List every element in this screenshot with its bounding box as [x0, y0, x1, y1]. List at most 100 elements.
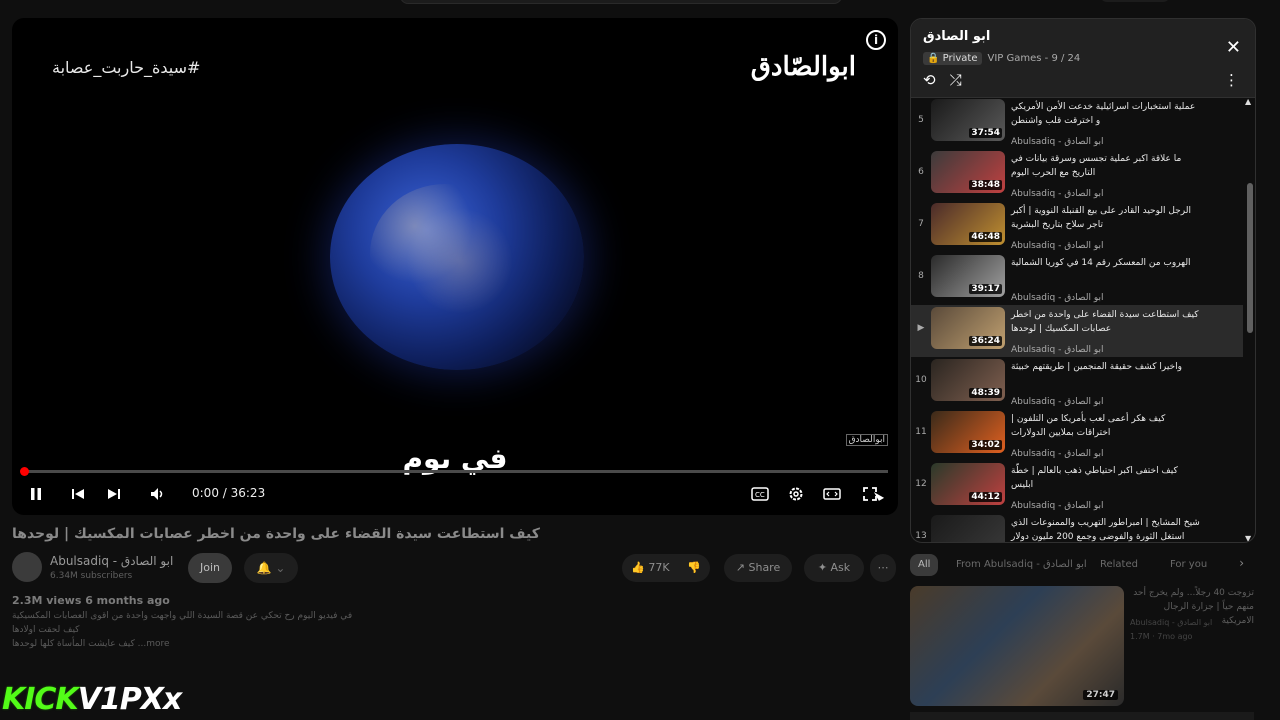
- search-bar[interactable]: [400, 0, 842, 4]
- chip-for-you[interactable]: For you: [1162, 554, 1215, 576]
- playlist-header: ابو الصادق 🔒 Private VIP Games - 9 / 24 …: [911, 19, 1255, 98]
- scroll-up-icon[interactable]: ▲: [1245, 97, 1251, 106]
- playlist-item-duration: 36:24: [969, 336, 1002, 346]
- playlist-item-channel: Abulsadiq - ابو الصادق: [1011, 397, 1104, 407]
- playlist-item-duration: 34:02: [969, 440, 1002, 450]
- scroll-down-icon[interactable]: ▼: [1245, 534, 1251, 542]
- next-icon[interactable]: [104, 482, 124, 506]
- playlist-item-title: شيخ المشايخ | امبراطور التهريب والممنوعا…: [1011, 518, 1200, 542]
- playlist-item-title: ما علاقة اكبر عملية تجسس وسرقة بيانات في…: [1011, 154, 1182, 178]
- playlist-item-index: 11: [915, 427, 927, 437]
- ask-label: Ask: [830, 561, 851, 574]
- playlist-item-duration: 39:17: [969, 284, 1002, 294]
- recommended-duration: 27:47: [1083, 690, 1118, 700]
- notification-bell-button[interactable]: 🔔 ⌄: [244, 553, 298, 583]
- playlist-item-index: 12: [915, 479, 927, 489]
- playlist-item-thumbnail[interactable]: 37:54: [931, 99, 1005, 141]
- playlist-item-title: واخيرا كشف حقيقة المنجمين | طريقتهم خبيث…: [1011, 362, 1182, 372]
- recommended-video[interactable]: 27:47 تزوجت 40 رجلاً... ولم يخرج أحد منه…: [910, 586, 1254, 706]
- subscriber-count: 6.34M subscribers: [50, 571, 133, 581]
- playlist-title[interactable]: ابو الصادق: [923, 29, 990, 44]
- loop-icon[interactable]: ⟲: [923, 71, 936, 89]
- playlist-item-index: 10: [915, 375, 927, 385]
- video-hashtag: #سيدة_حاربت_عصابة: [52, 58, 201, 77]
- chip-all[interactable]: All: [910, 554, 939, 576]
- share-button[interactable]: ↗ Share: [724, 554, 792, 582]
- video-player[interactable]: #سيدة_حاربت_عصابة ابوالصّادق i في يوم اب…: [12, 18, 898, 515]
- share-label: Share: [748, 561, 781, 574]
- more-actions-button[interactable]: ⋯: [870, 554, 896, 582]
- playlist-item[interactable]: 11 34:02 كيف هكر أعمى لعب بأمريكا من التلف…: [911, 409, 1243, 461]
- channel-row: Abulsadiq - ابو الصادق 6.34M subscribers…: [12, 552, 898, 586]
- playlist-item-thumbnail[interactable]: 36:24: [931, 307, 1005, 349]
- scrubber-handle[interactable]: [20, 467, 29, 476]
- playlist-position: VIP Games - 9 / 24: [987, 53, 1081, 64]
- playlist-item-thumbnail[interactable]: 44:12: [931, 515, 1005, 542]
- like-dislike-group: 👍 77K 👎: [622, 554, 710, 582]
- dislike-button[interactable]: 👎: [687, 561, 701, 574]
- playlist-item[interactable]: 5 37:54 عملية استخبارات اسرائيلية خدعت الأ…: [911, 97, 1243, 149]
- playlist-item-duration: 48:39: [969, 388, 1002, 398]
- shuffle-icon[interactable]: ⤮: [950, 71, 962, 89]
- close-icon[interactable]: ✕: [1226, 37, 1241, 58]
- time-display: 0:00 / 36:23: [192, 486, 266, 500]
- playlist-item-title: كيف هكر أعمى لعب بأمريكا من التلفون | اخ…: [1011, 414, 1166, 438]
- like-button[interactable]: 👍 77K: [631, 561, 669, 574]
- volume-icon[interactable]: [148, 482, 168, 506]
- pause-icon[interactable]: [26, 482, 46, 506]
- recommended-channel[interactable]: Abulsadiq - ابو الصادق: [1130, 618, 1212, 627]
- playlist-item-now-playing[interactable]: ▶ 36:24 كيف استطاعت سيدة القضاء على واحدة …: [911, 305, 1243, 357]
- recommended-thumbnail[interactable]: 27:47: [910, 586, 1124, 706]
- playlist-item-thumbnail[interactable]: 38:48: [931, 151, 1005, 193]
- playlist-item-channel: Abulsadiq - ابو الصادق: [1011, 293, 1104, 303]
- now-playing-icon: ▶: [917, 323, 925, 333]
- progress-bar[interactable]: [20, 467, 888, 476]
- playlist-item-index: 13: [915, 531, 927, 541]
- playlist-item[interactable]: 7 46:48 الرجل الوحيد القادر على بيع القنبل…: [911, 201, 1243, 253]
- playlist-item-thumbnail[interactable]: 44:12: [931, 463, 1005, 505]
- earth-visual: [330, 144, 584, 370]
- small-watermark: ابوالصادق: [845, 434, 888, 446]
- playlist-item-duration: 46:48: [969, 232, 1002, 242]
- playlist-item[interactable]: 8 39:17 الهروب من المعسكر رقم 14 في كوريا …: [911, 253, 1243, 305]
- chip-related[interactable]: Related: [1092, 554, 1146, 576]
- theater-mode-icon[interactable]: [822, 482, 842, 506]
- playlist-item-thumbnail[interactable]: 34:02: [931, 411, 1005, 453]
- info-icon[interactable]: i: [866, 30, 886, 50]
- channel-avatar[interactable]: [12, 552, 42, 582]
- playlist-item-index: 8: [918, 271, 924, 281]
- playlist-item-title: كيف استطاعت سيدة القضاء على واحدة من اخط…: [1011, 310, 1199, 334]
- playlist-item[interactable]: 10 48:39 واخيرا كشف حقيقة المنجمين | طريقت…: [911, 357, 1243, 409]
- playlist-item-thumbnail[interactable]: 39:17: [931, 255, 1005, 297]
- playlist-item-index: 5: [918, 115, 924, 125]
- channel-name[interactable]: Abulsadiq - ابو الصادق: [50, 554, 173, 568]
- playlist-item-index: 7: [918, 219, 924, 229]
- playlist-item-thumbnail[interactable]: 48:39: [931, 359, 1005, 401]
- streamer-watermark: KICKV1PXx: [2, 682, 182, 717]
- previous-icon[interactable]: [68, 482, 88, 506]
- captions-icon[interactable]: CC: [750, 482, 770, 506]
- playlist-item-duration: 37:54: [969, 128, 1002, 138]
- kick-logo-text: KICK: [2, 682, 79, 717]
- playlist-item-duration: 44:12: [969, 492, 1002, 502]
- description-box[interactable]: 2.3M views 6 months ago في فيديو اليوم ر…: [12, 594, 898, 664]
- chip-from-channel[interactable]: From Abulsadiq - ابو الصادق: [948, 554, 1095, 576]
- playlist-item-channel: Abulsadiq - ابو الصادق: [1011, 501, 1104, 511]
- ask-button[interactable]: ✦ Ask: [804, 554, 864, 582]
- svg-text:CC: CC: [755, 491, 765, 499]
- settings-gear-icon[interactable]: [786, 482, 806, 506]
- playlist-item[interactable]: 13 44:12شيخ المشايخ | امبراطور التهريب وا…: [911, 513, 1243, 542]
- playlist-item[interactable]: 12 44:12 كيف اختفى اكبر احتياطي ذهب بالعال…: [911, 461, 1243, 513]
- join-button[interactable]: Join: [188, 553, 232, 583]
- playlist-item-thumbnail[interactable]: 46:48: [931, 203, 1005, 245]
- playlist-item-channel: Abulsadiq - ابو الصادق: [1011, 241, 1104, 251]
- playlist-item[interactable]: 6 38:48 ما علاقة اكبر عملية تجسس وسرقة بيا…: [911, 149, 1243, 201]
- playlist-panel: ابو الصادق 🔒 Private VIP Games - 9 / 24 …: [910, 18, 1256, 543]
- chevron-right-icon[interactable]: ›: [1239, 556, 1244, 570]
- playlist-scrollbar[interactable]: ▲ ▼: [1245, 97, 1253, 542]
- scrollbar-thumb[interactable]: [1247, 183, 1253, 333]
- playlist-meta: 🔒 Private VIP Games - 9 / 24: [923, 52, 1080, 65]
- more-vert-icon[interactable]: ⋮: [1224, 71, 1239, 89]
- top-button[interactable]: [1100, 0, 1170, 2]
- top-bar-remnant: [0, 0, 1280, 6]
